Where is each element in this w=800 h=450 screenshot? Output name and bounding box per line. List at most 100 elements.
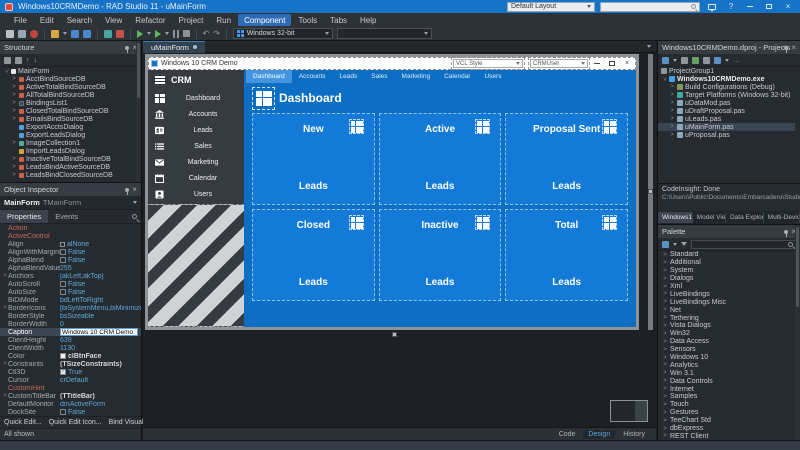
form-maximize-button[interactable]	[606, 60, 618, 67]
object-selector-combo[interactable]: MainForm TMainForm	[0, 196, 141, 210]
chevron-down-icon[interactable]	[63, 32, 67, 35]
menu-tabs[interactable]: Tabs	[324, 14, 353, 26]
property-value[interactable]: bsSizeable	[60, 313, 141, 320]
property-row-bordericons[interactable]: >BorderIcons[biSystemMenu,biMinimize,biM…	[0, 304, 141, 312]
forward-history-icon[interactable]: ↷	[213, 30, 220, 38]
palette-category-teechart-std[interactable]: >TeeChart Std	[658, 417, 795, 425]
palette-category-livebindings-misc[interactable]: >LiveBindings Misc	[658, 298, 795, 306]
property-value[interactable]: crDefault	[60, 377, 141, 384]
dashboard-tile-inactive[interactable]: InactiveLeads	[379, 209, 502, 301]
dock-tab-data-explorer[interactable]: Data Explorer	[726, 212, 764, 223]
property-row-cursor[interactable]: CursorcrDefault	[0, 376, 141, 384]
structure-item-exportleadsdialog[interactable]: ExportLeadsDialog	[0, 131, 136, 139]
remove-unit-icon[interactable]	[116, 30, 124, 38]
menu-run[interactable]: Run	[210, 14, 237, 26]
pin-icon[interactable]	[125, 46, 129, 50]
property-value[interactable]: [akLeft,akTop]	[60, 273, 141, 280]
palette-category-analytics[interactable]: >Analytics	[658, 361, 795, 369]
pin-icon[interactable]	[784, 230, 788, 234]
property-value[interactable]: False	[60, 409, 141, 416]
run-without-debugging-icon[interactable]	[155, 30, 161, 38]
collapse-all-icon[interactable]	[4, 57, 11, 64]
palette-category-win32[interactable]: >Win32	[658, 330, 795, 338]
palette-category-windows-10[interactable]: >Windows 10	[658, 354, 795, 362]
hamburger-menu-icon[interactable]	[155, 76, 165, 84]
form-close-button[interactable]: ×	[621, 60, 633, 67]
property-row-defaultmonitor[interactable]: DefaultMonitordmActiveForm	[0, 400, 141, 408]
property-value[interactable]: 639	[60, 337, 141, 344]
property-row-borderwidth[interactable]: BorderWidth0	[0, 320, 141, 328]
menu-search[interactable]: Search	[61, 14, 98, 26]
property-value[interactable]: clBtnFace	[60, 353, 141, 360]
palette-category-sensors[interactable]: >Sensors	[658, 346, 795, 354]
chevron-down-icon[interactable]	[673, 243, 677, 246]
open-file-icon[interactable]	[18, 30, 26, 38]
property-row-activecontrol[interactable]: ActiveControl	[0, 232, 141, 240]
menu-component[interactable]: Component	[238, 14, 291, 26]
structure-item-alltotalbindsourcedb[interactable]: >AllTotalBindSourceDB	[0, 91, 136, 99]
property-row-alphablendvalue[interactable]: AlphaBlendValue255	[0, 264, 141, 272]
save-icon[interactable]	[71, 30, 79, 38]
menu-project[interactable]: Project	[172, 14, 209, 26]
property-row-docksite[interactable]: DockSiteFalse	[0, 408, 141, 416]
palette-category-dbexpress[interactable]: >dbExpress	[658, 425, 795, 433]
crm-tab-sales[interactable]: Sales	[364, 70, 394, 83]
structure-item-importleadsdialog[interactable]: ImportLeadsDialog	[0, 147, 136, 155]
property-value[interactable]: [biSystemMenu,biMinimize,biMax	[60, 305, 141, 312]
property-value[interactable]: 0	[60, 321, 141, 328]
close-icon[interactable]: ×	[791, 44, 796, 52]
dock-tab-windows1[interactable]: Windows1...	[658, 212, 693, 223]
inspector-search[interactable]	[85, 214, 141, 219]
new-items-icon[interactable]	[6, 30, 14, 38]
caption-input[interactable]	[60, 328, 138, 336]
expand-icon[interactable]: >	[3, 68, 9, 74]
palette-category-win-3-1[interactable]: >Win 3.1	[658, 369, 795, 377]
view-tab-design[interactable]: Design	[583, 430, 615, 439]
chevron-down-icon[interactable]	[725, 59, 729, 62]
property-value[interactable]: alNone	[60, 241, 141, 248]
project-node-udatamod-pas[interactable]: >uDataMod.pas	[658, 99, 795, 107]
palette-category-standard[interactable]: >Standard	[658, 251, 795, 259]
property-row-alignwithmargins[interactable]: AlignWithMarginsFalse	[0, 248, 141, 256]
run-icon[interactable]	[137, 30, 143, 38]
editor-tab-umainform[interactable]: uMainForm	[143, 41, 205, 53]
property-value[interactable]: False	[60, 289, 141, 296]
dashboard-tile-total[interactable]: TotalLeads	[505, 209, 628, 301]
dashboard-tile-active[interactable]: ActiveLeads	[379, 113, 502, 205]
project-node-uleads-pas[interactable]: >uLeads.pas	[658, 115, 795, 123]
structure-root-item[interactable]: > MainForm	[0, 67, 136, 75]
project-node-build-configurations-debug[interactable]: >Build Configurations (Debug)	[658, 83, 795, 91]
refresh-icon[interactable]	[692, 57, 699, 64]
tiles-icon[interactable]	[256, 91, 271, 106]
property-value[interactable]: ✓True	[60, 369, 141, 376]
palette-category-touch[interactable]: >Touch	[658, 401, 795, 409]
quick-action-quick-edit[interactable]: Quick Edit...	[4, 419, 42, 426]
more-options-icon[interactable]: …	[733, 57, 740, 64]
chevron-down-icon[interactable]	[147, 32, 151, 35]
property-value[interactable]: dmActiveForm	[60, 401, 141, 408]
sidebar-item-users[interactable]: Users	[148, 186, 244, 202]
sidebar-item-sales[interactable]: Sales	[148, 138, 244, 154]
structure-item-imagecollection1[interactable]: >ImageCollection1	[0, 139, 136, 147]
close-icon[interactable]: ×	[132, 186, 137, 194]
property-row-customhint[interactable]: CustomHint	[0, 384, 141, 392]
project-node-udraftproposal-pas[interactable]: >uDraftProposal.pas	[658, 107, 795, 115]
view-tab-code[interactable]: Code	[554, 430, 581, 439]
project-node-uproposal-pas[interactable]: >uProposal.pas	[658, 131, 795, 139]
property-row-borderstyle[interactable]: BorderStylebsSizeable	[0, 312, 141, 320]
chevron-down-icon[interactable]	[165, 32, 169, 35]
pin-icon[interactable]	[125, 188, 129, 192]
build-icon[interactable]	[703, 57, 710, 64]
expand-all-icon[interactable]	[15, 57, 22, 64]
crm-tab-users[interactable]: Users	[477, 70, 508, 83]
property-value[interactable]: False	[60, 281, 141, 288]
crm-tab-dashboard[interactable]: Dashboard	[246, 70, 292, 83]
crm-tab-calendar[interactable]: Calendar	[437, 70, 477, 83]
remove-project-icon[interactable]	[681, 57, 688, 64]
minimize-button[interactable]	[743, 0, 757, 13]
property-row-color[interactable]: ColorclBtnFace	[0, 352, 141, 360]
property-row-autosize[interactable]: AutoSizeFalse	[0, 288, 141, 296]
view-tab-history[interactable]: History	[618, 430, 650, 439]
structure-item-closedtotalbindsourcedb[interactable]: >ClosedTotalBindSourceDB	[0, 107, 136, 115]
dashboard-tile-proposal-sent[interactable]: Proposal SentLeads	[505, 113, 628, 205]
